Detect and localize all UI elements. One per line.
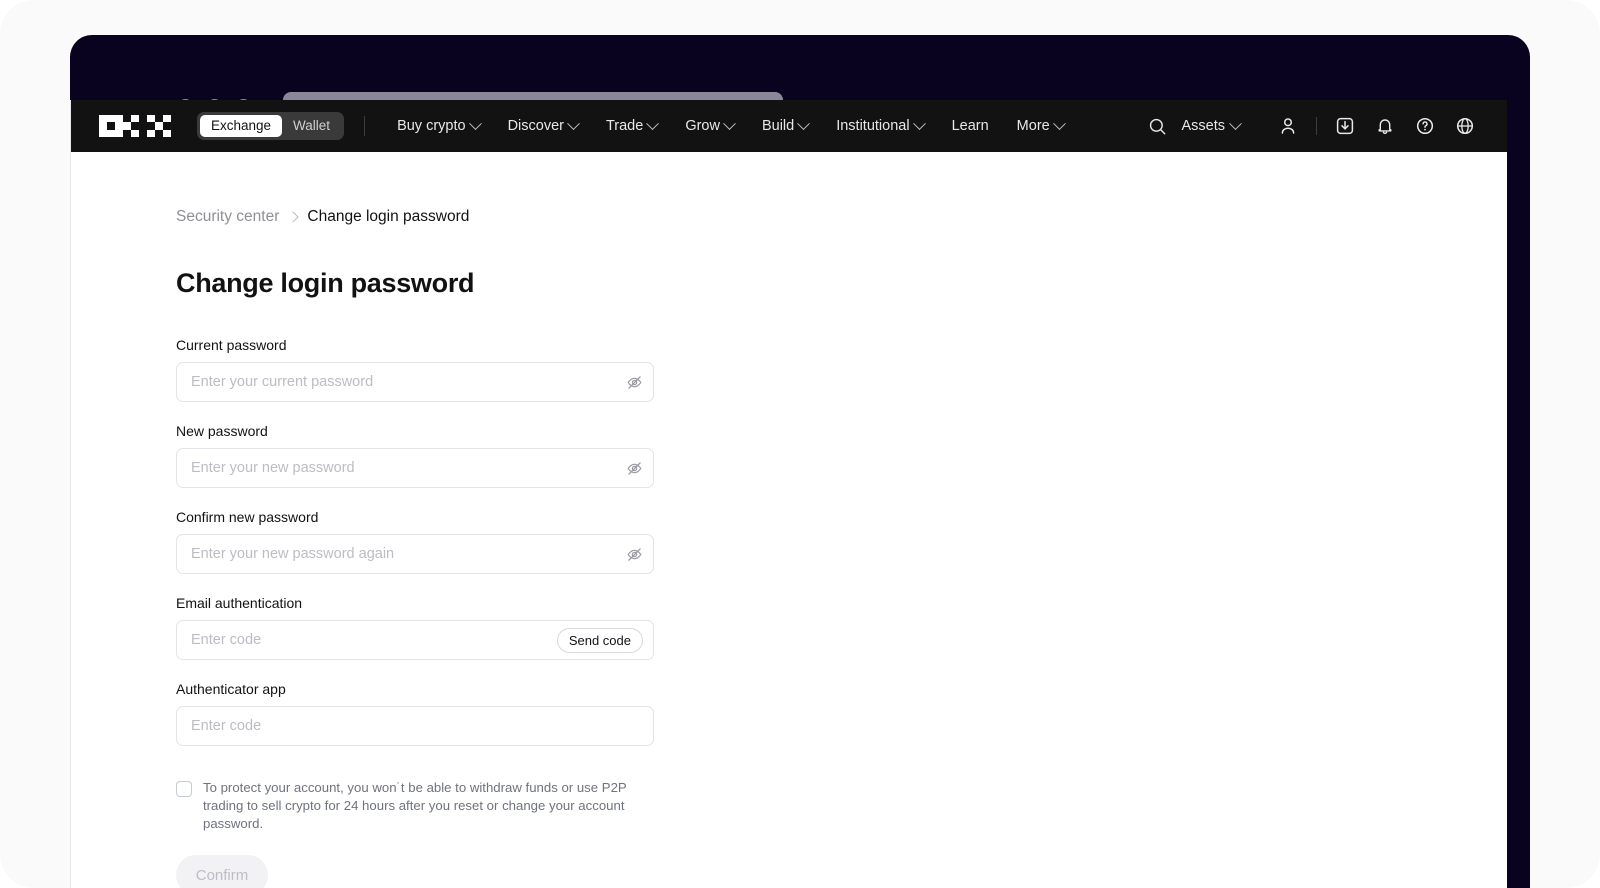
nav-link-label: Grow xyxy=(685,118,720,134)
chevron-down-icon xyxy=(468,116,482,130)
nav-vertical-divider xyxy=(1316,117,1317,135)
nav-assets-label: Assets xyxy=(1181,118,1225,134)
download-icon[interactable] xyxy=(1325,106,1365,146)
breadcrumb-current: Change login password xyxy=(307,208,470,225)
toggle-option-wallet[interactable]: Wallet xyxy=(282,115,341,137)
chevron-down-icon xyxy=(567,116,580,130)
nav-divider xyxy=(364,116,366,136)
confirm-new-password-input[interactable] xyxy=(177,535,615,573)
nav-link-label: Trade xyxy=(605,118,644,134)
eye-off-icon[interactable] xyxy=(615,363,653,401)
field-group-current-password: Current password xyxy=(176,337,654,402)
nav-link-label: Learn xyxy=(951,118,989,134)
confirm-button[interactable]: Confirm xyxy=(176,855,268,888)
field-group-authenticator-app: Authenticator app xyxy=(176,681,654,746)
globe-icon[interactable] xyxy=(1445,106,1485,146)
chevron-down-icon xyxy=(646,116,660,130)
browser-chrome xyxy=(70,35,1530,122)
help-circle-icon[interactable] xyxy=(1405,106,1445,146)
page-title: Change login password xyxy=(176,268,475,298)
okx-logo[interactable] xyxy=(99,115,171,137)
input-wrapper xyxy=(176,448,654,488)
breadcrumb: Security center Change login password xyxy=(176,208,1507,226)
eye-off-icon[interactable] xyxy=(615,449,653,487)
chevron-right-icon xyxy=(287,211,300,223)
nav-link-discover[interactable]: Discover xyxy=(494,116,592,134)
nav-link-build[interactable]: Build xyxy=(748,116,822,134)
breadcrumb-link-security-center[interactable]: Security center xyxy=(176,208,279,226)
nav-link-institutional[interactable]: Institutional xyxy=(822,116,937,134)
input-wrapper xyxy=(176,706,654,746)
nav-link-label: More xyxy=(1016,118,1050,134)
nav-link-label: Build xyxy=(761,118,795,134)
field-label: Authenticator app xyxy=(176,681,286,697)
chevron-down-icon xyxy=(797,116,811,130)
nav-link-label: Buy crypto xyxy=(397,118,466,134)
search-icon[interactable] xyxy=(1137,106,1177,146)
nav-link-label: Discover xyxy=(507,118,564,134)
nav-link-trade[interactable]: Trade xyxy=(592,116,671,134)
input-wrapper xyxy=(176,534,654,574)
input-wrapper xyxy=(176,362,654,402)
okx-navbar: Exchange Wallet Buy crypto Discover Trad… xyxy=(71,100,1507,152)
chevron-down-icon xyxy=(1229,116,1242,130)
field-group-new-password: New password xyxy=(176,423,654,488)
field-label: Email authentication xyxy=(176,595,303,611)
input-wrapper: Send code xyxy=(176,620,654,660)
authenticator-code-input[interactable] xyxy=(177,707,653,745)
consent-checkbox[interactable] xyxy=(176,781,192,797)
exchange-wallet-toggle[interactable]: Exchange Wallet xyxy=(197,112,345,140)
main-content: Security center Change login password Ch… xyxy=(71,152,1507,888)
chevron-down-icon xyxy=(723,116,736,130)
chevron-down-icon xyxy=(912,116,926,130)
toggle-option-exchange[interactable]: Exchange xyxy=(200,115,283,137)
eye-off-icon[interactable] xyxy=(615,535,653,573)
nav-right-actions: Assets xyxy=(1137,106,1507,146)
field-group-email-authentication: Email authentication Send code xyxy=(176,595,654,660)
email-auth-code-input[interactable] xyxy=(177,621,557,659)
user-icon[interactable] xyxy=(1268,106,1308,146)
consent-row: To protect your account, you won˙t be ab… xyxy=(176,779,668,833)
nav-link-more[interactable]: More xyxy=(1003,116,1078,134)
nav-link-learn[interactable]: Learn xyxy=(938,118,1003,134)
page-viewport: Exchange Wallet Buy crypto Discover Trad… xyxy=(70,100,1507,888)
send-code-button[interactable]: Send code xyxy=(556,627,643,653)
screenshot-canvas: Exchange Wallet Buy crypto Discover Trad… xyxy=(0,0,1600,888)
nav-link-buy-crypto[interactable]: Buy crypto xyxy=(383,116,494,134)
current-password-input[interactable] xyxy=(177,363,615,401)
nav-links: Buy crypto Discover Trade Grow Build Ins… xyxy=(383,116,1078,134)
field-label: Confirm new password xyxy=(176,509,319,525)
field-group-confirm-new-password: Confirm new password xyxy=(176,509,654,574)
bell-icon[interactable] xyxy=(1365,106,1405,146)
nav-link-grow[interactable]: Grow xyxy=(671,116,748,134)
field-label: New password xyxy=(176,423,268,439)
new-password-input[interactable] xyxy=(177,449,615,487)
nav-link-label: Institutional xyxy=(836,118,910,134)
chevron-down-icon xyxy=(1052,116,1066,130)
nav-assets-menu[interactable]: Assets xyxy=(1177,116,1250,134)
consent-text: To protect your account, you won˙t be ab… xyxy=(203,780,627,831)
field-label: Current password xyxy=(176,337,287,353)
